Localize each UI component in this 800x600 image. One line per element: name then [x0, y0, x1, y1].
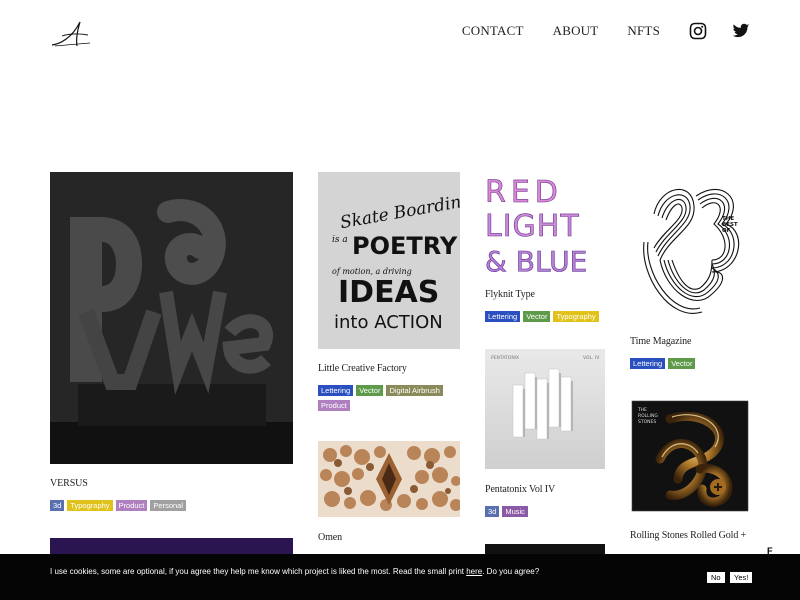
rolling-stones-thumbnail[interactable]: THE ROLLING STONES: [630, 399, 750, 512]
tag-digital-airbrush[interactable]: Digital Airbrush: [386, 385, 443, 396]
pentatonix-thumbnail[interactable]: PENTATONIX VOL. IV: [485, 349, 605, 469]
tag-vector[interactable]: Vector: [356, 385, 384, 396]
cookie-banner: I use cookies, some are optional, if you…: [0, 554, 800, 600]
art-text-of: OF: [722, 228, 731, 234]
tag-product[interactable]: Product: [115, 500, 148, 511]
tag-product[interactable]: Product: [318, 400, 350, 411]
tag-list-time-magazine: Lettering Vector: [630, 358, 760, 373]
cookie-text-before: I use cookies, some are optional, if you…: [50, 567, 467, 576]
nav-contact-link[interactable]: CONTACT: [462, 23, 524, 39]
little-creative-factory-thumbnail[interactable]: Skate Boarding is a POETRY of motion, a …: [318, 172, 460, 349]
art-text-rolling: ROLLING: [638, 413, 658, 419]
tag-3d[interactable]: 3d: [485, 506, 500, 517]
nav-about-link[interactable]: ABOUT: [553, 23, 599, 39]
project-title-flyknit-type[interactable]: Flyknit Type: [485, 289, 535, 300]
tag-typography[interactable]: Typography: [67, 500, 113, 511]
tag-list-little-creative-factory: Lettering Vector Digital Airbrush Produc…: [318, 385, 458, 415]
project-title-pentatonix[interactable]: Pentatonix Vol IV: [485, 484, 555, 495]
art-text-the: THE: [637, 407, 647, 413]
tag-lettering[interactable]: Lettering: [630, 358, 666, 369]
tag-lettering[interactable]: Lettering: [485, 311, 521, 322]
art-text-line-2: is a: [332, 235, 348, 245]
art-text-vol: VOL. IV: [583, 355, 600, 361]
project-title-omen[interactable]: Omen: [318, 532, 342, 543]
art-text-light: LIGHT: [485, 209, 580, 244]
project-title-time-magazine[interactable]: Time Magazine: [630, 336, 691, 347]
project-title-rolling-stones[interactable]: Rolling Stones Rolled Gold +: [630, 530, 746, 541]
tag-list-flyknit-type: Lettering Vector Typography: [485, 311, 615, 326]
side-tab-marker[interactable]: F: [767, 546, 773, 556]
project-title-versus[interactable]: VERSUS: [50, 478, 88, 489]
art-text-line-3: POETRY: [352, 232, 458, 260]
time-magazine-thumbnail[interactable]: THE BEST OF: [630, 172, 750, 322]
art-text-line-6: into ACTION: [334, 312, 443, 333]
tag-list-pentatonix: 3d Music: [485, 506, 615, 521]
cookie-accept-button[interactable]: Yes!: [730, 572, 753, 583]
tag-personal[interactable]: Personal: [150, 500, 187, 511]
nav-nfts-link[interactable]: NFTS: [627, 23, 660, 39]
project-title-little-creative-factory[interactable]: Little Creative Factory: [318, 363, 407, 374]
twitter-icon[interactable]: [732, 22, 750, 40]
cookie-message: I use cookies, some are optional, if you…: [50, 566, 570, 578]
tag-vector[interactable]: Vector: [523, 311, 551, 322]
instagram-icon[interactable]: [689, 22, 707, 40]
tag-vector[interactable]: Vector: [668, 358, 696, 369]
tag-3d[interactable]: 3d: [50, 500, 65, 511]
art-text-line-5: IDEAS: [338, 275, 439, 310]
art-text-stones: STONES: [638, 419, 656, 425]
tag-list-versus: 3d Typography Product Personal: [50, 500, 250, 515]
flyknit-type-thumbnail[interactable]: RED LIGHT & BLUE: [485, 172, 605, 276]
art-text-red: RED: [485, 175, 563, 210]
tag-lettering[interactable]: Lettering: [318, 385, 354, 396]
art-text-pentatonix: PENTATONIX: [491, 355, 519, 361]
tag-typography[interactable]: Typography: [553, 311, 599, 322]
versus-thumbnail[interactable]: [50, 172, 293, 464]
art-text-and-blue: & BLUE: [485, 245, 587, 276]
omen-thumbnail[interactable]: [318, 441, 460, 517]
main-nav: CONTACT ABOUT NFTS: [433, 22, 750, 40]
signature-a-logo[interactable]: [50, 18, 92, 50]
cookie-text-after: . Do you agree?: [482, 567, 540, 576]
tag-music[interactable]: Music: [502, 506, 528, 517]
cookie-small-print-link[interactable]: here: [466, 567, 482, 576]
cookie-decline-button[interactable]: No: [707, 572, 725, 583]
